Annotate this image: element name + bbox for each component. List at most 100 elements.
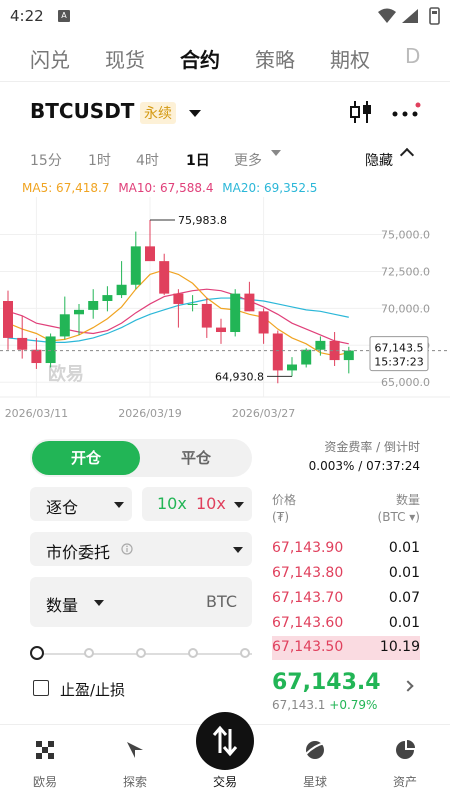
interval-1d[interactable]: 1日 <box>186 150 210 170</box>
ask-qty: 0.07 <box>388 590 420 606</box>
ask-price: 67,143.70 <box>272 590 344 606</box>
nav-tab-options[interactable]: 期权 <box>330 44 370 73</box>
candle-body <box>145 246 155 262</box>
price-column-unit: (₮) <box>272 510 289 524</box>
quantity-slider[interactable] <box>30 646 252 660</box>
interval-more[interactable]: 更多 <box>234 150 262 170</box>
status-bar: 4:22 A <box>0 0 450 34</box>
orderbook-ask-row[interactable]: 67,143.80 0.01 <box>272 562 420 586</box>
candle-body <box>3 301 13 338</box>
ask-price: 67,143.50 <box>272 639 344 655</box>
order-type-value: 市价委托 <box>46 543 111 562</box>
margin-mode-select[interactable]: 逐仓 <box>30 487 132 521</box>
price-column-header: 价格 <box>272 493 297 507</box>
leverage-short: 10x <box>196 494 226 513</box>
nav-tab-strategy[interactable]: 策略 <box>255 44 295 73</box>
slider-mark-75[interactable] <box>188 648 198 658</box>
slider-mark-100[interactable] <box>240 648 250 658</box>
slider-mark-50[interactable] <box>136 648 146 658</box>
close-position-tab[interactable]: 平仓 <box>142 441 250 475</box>
more-options-icon[interactable] <box>390 102 422 124</box>
symbol-dropdown-icon[interactable] <box>189 110 201 117</box>
candle-body <box>187 303 198 305</box>
interval-bar: 15分 1时 4时 1日 更多 隐藏 <box>0 146 450 174</box>
symbol-name[interactable]: BTCUSDT <box>30 99 134 123</box>
candle-body <box>88 301 99 310</box>
orderbook-ask-row[interactable]: 67,143.50 10.19 <box>272 636 420 660</box>
orderbook-ask-row[interactable]: 67,143.70 0.07 <box>272 587 420 611</box>
slider-mark-25[interactable] <box>84 648 94 658</box>
bottom-nav-label: 资产 <box>392 775 417 789</box>
margin-mode-value: 逐仓 <box>46 498 79 517</box>
candle-body <box>201 303 212 328</box>
candle-body <box>216 327 226 333</box>
slider-handle[interactable] <box>30 646 44 660</box>
orderbook-ask-row[interactable]: 67,143.60 0.01 <box>272 612 420 636</box>
funding-rate-label: 资金费率 / 倒计时 <box>324 440 420 454</box>
ma-legend: MA5: 67,418.7 MA10: 67,588.4 MA20: 69,35… <box>22 181 322 195</box>
symbol-header: BTCUSDT 永续 <box>0 90 450 138</box>
y-tick-label: 70,000.0 <box>381 302 430 315</box>
ma5-label: MA5: 67,418.7 <box>22 181 110 195</box>
bottom-nav-label: 星球 <box>302 775 327 789</box>
low-price-label: 64,930.8 <box>215 370 264 383</box>
watermark-text: 欧易 <box>48 363 84 385</box>
tp-sl-checkbox[interactable] <box>33 680 49 696</box>
quantity-input[interactable]: 数量 BTC <box>30 577 252 627</box>
bottom-nav-assets[interactable]: 资产 <box>360 725 450 800</box>
sim-icon: A <box>58 10 70 22</box>
caret-down-icon[interactable] <box>94 600 104 606</box>
okx-logo-icon <box>36 741 54 759</box>
candlestick-toggle-icon[interactable] <box>348 98 374 126</box>
x-tick-label: 2026/03/19 <box>118 407 181 420</box>
nav-tab-spot[interactable]: 现货 <box>105 44 145 73</box>
top-nav: 闪兑 现货 合约 策略 期权 D <box>0 34 450 82</box>
y-tick-label: 72,500.0 <box>381 265 430 278</box>
candle-body <box>102 295 113 301</box>
leverage-select[interactable]: 10x 10x <box>142 487 252 521</box>
ask-qty: 0.01 <box>388 615 420 631</box>
tp-sl-label: 止盈/止损 <box>60 681 126 699</box>
bottom-nav-explore[interactable]: 探索 <box>90 725 180 800</box>
chevron-right-icon[interactable] <box>402 680 414 692</box>
bottom-nav-home[interactable]: 欧易 <box>0 725 90 800</box>
interval-4h[interactable]: 4时 <box>136 150 159 170</box>
bottom-nav-planet[interactable]: 星球 <box>270 725 360 800</box>
kline-chart[interactable]: 欧易75,000.072,500.070,000.067,500.065,000… <box>0 197 450 427</box>
open-close-toggle: 开仓 平仓 <box>30 439 252 477</box>
hide-chart-toggle[interactable]: 隐藏 <box>365 150 393 170</box>
nav-tab-more[interactable]: D <box>405 44 420 68</box>
funding-rate: 资金费率 / 倒计时 0.003% / 07:37:24 <box>270 438 420 473</box>
y-tick-label: 65,000.0 <box>381 376 430 389</box>
high-price-label: 75,983.8 <box>178 214 227 227</box>
chevron-up-icon[interactable] <box>399 147 415 163</box>
pie-chart-icon <box>396 740 415 759</box>
candle-countdown: 15:37:23 <box>374 356 423 369</box>
candle-body <box>31 349 42 364</box>
info-icon[interactable] <box>121 543 133 555</box>
qty-unit-selector[interactable]: (BTC ▾) <box>378 510 420 524</box>
interval-1h[interactable]: 1时 <box>88 150 111 170</box>
candle-body <box>130 246 141 285</box>
nav-tab-futures[interactable]: 合约 <box>180 44 220 73</box>
candle-body <box>258 311 269 334</box>
battery-icon <box>429 7 440 25</box>
ask-qty: 0.01 <box>388 565 420 581</box>
last-price-tag-value: 67,143.5 <box>375 342 424 355</box>
trade-center-button[interactable] <box>196 712 254 770</box>
nav-tab-convert[interactable]: 闪兑 <box>30 44 70 73</box>
interval-15m[interactable]: 15分 <box>30 150 62 170</box>
candle-body <box>230 293 241 333</box>
candle-body <box>343 350 354 361</box>
orderbook-ask-row[interactable]: 67,143.90 0.01 <box>272 537 420 561</box>
index-price: 67,143.1 <box>272 698 326 712</box>
leverage-long: 10x <box>157 494 187 513</box>
candle-body <box>244 293 255 312</box>
funding-rate-value: 0.003% / 07:37:24 <box>308 459 420 473</box>
ask-price: 67,143.80 <box>272 565 344 581</box>
last-price[interactable]: 67,143.4 <box>272 670 381 695</box>
bottom-nav-label: 交易 <box>212 775 237 789</box>
order-type-select[interactable]: 市价委托 <box>30 532 252 566</box>
open-position-tab[interactable]: 开仓 <box>32 441 140 475</box>
ma10-label: MA10: 67,588.4 <box>118 181 214 195</box>
